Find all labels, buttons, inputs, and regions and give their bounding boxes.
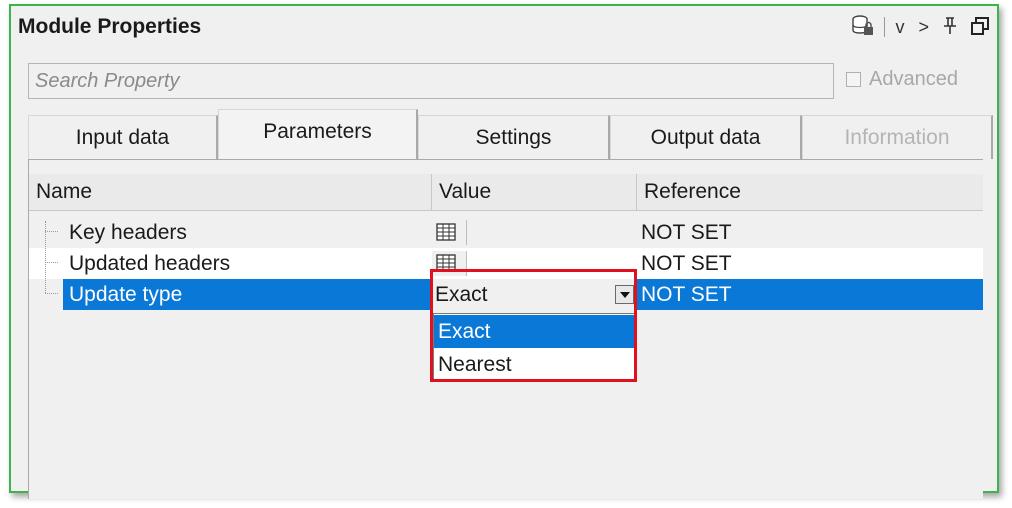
restore-window-icon[interactable] [971,16,989,38]
tree-connector [45,262,58,263]
grid-row-updated-headers[interactable]: Updated headers NOT SET [29,248,983,279]
combobox-value: Exact [435,283,488,306]
search-property-input[interactable]: Search Property [28,63,834,99]
chevron-right-icon[interactable]: > [918,18,929,36]
title-bar: Module Properties v > [11,6,997,52]
title-bar-icons: v > [852,14,989,40]
tab-output-data[interactable]: Output data [610,115,802,159]
pin-icon[interactable] [943,16,957,38]
tree-connector [45,293,58,294]
row-reference: NOT SET [641,221,732,244]
update-type-combobox[interactable]: Exact [432,279,637,310]
tab-information[interactable]: Information [802,115,993,159]
panel-title: Module Properties [18,15,202,38]
title-bar-separator [884,17,886,37]
row-reference: NOT SET [641,252,732,275]
tab-strip: Input data Parameters Settings Output da… [28,109,993,159]
table-grid-icon [436,254,456,272]
table-editor-button[interactable] [432,251,467,276]
grid-row-key-headers[interactable]: Key headers NOT SET [29,217,983,248]
property-grid: Name Value Reference Key headers NOT SET… [28,159,983,499]
dropdown-option-nearest[interactable]: Nearest [434,348,635,381]
column-header-value[interactable]: Value [432,174,637,210]
column-header-name[interactable]: Name [29,174,432,210]
advanced-label: Advanced [869,68,958,90]
table-grid-icon [436,223,456,241]
advanced-checkbox-box[interactable] [846,72,861,87]
database-lock-icon[interactable] [852,14,874,40]
tab-input-data[interactable]: Input data [28,115,218,159]
dropdown-option-exact[interactable]: Exact [434,315,635,348]
grid-header: Name Value Reference [29,174,983,211]
row-reference: NOT SET [641,283,732,306]
row-name: Key headers [69,221,187,244]
column-header-reference[interactable]: Reference [637,174,984,210]
update-type-dropdown-list: Exact Nearest [433,313,636,381]
tab-parameters[interactable]: Parameters [218,109,418,159]
row-name: Update type [69,283,183,306]
dropdown-arrow-icon[interactable] [615,285,634,304]
table-editor-button[interactable] [432,220,467,245]
tab-settings[interactable]: Settings [418,115,610,159]
tree-connector [45,231,58,232]
chevron-down-icon[interactable]: v [895,18,904,36]
grid-row-update-type[interactable]: Update type Exact NOT SET [29,279,983,310]
advanced-checkbox[interactable]: Advanced [846,68,958,91]
row-name: Updated headers [69,252,231,275]
module-properties-panel: Module Properties v > Search Property Ad… [9,4,999,499]
